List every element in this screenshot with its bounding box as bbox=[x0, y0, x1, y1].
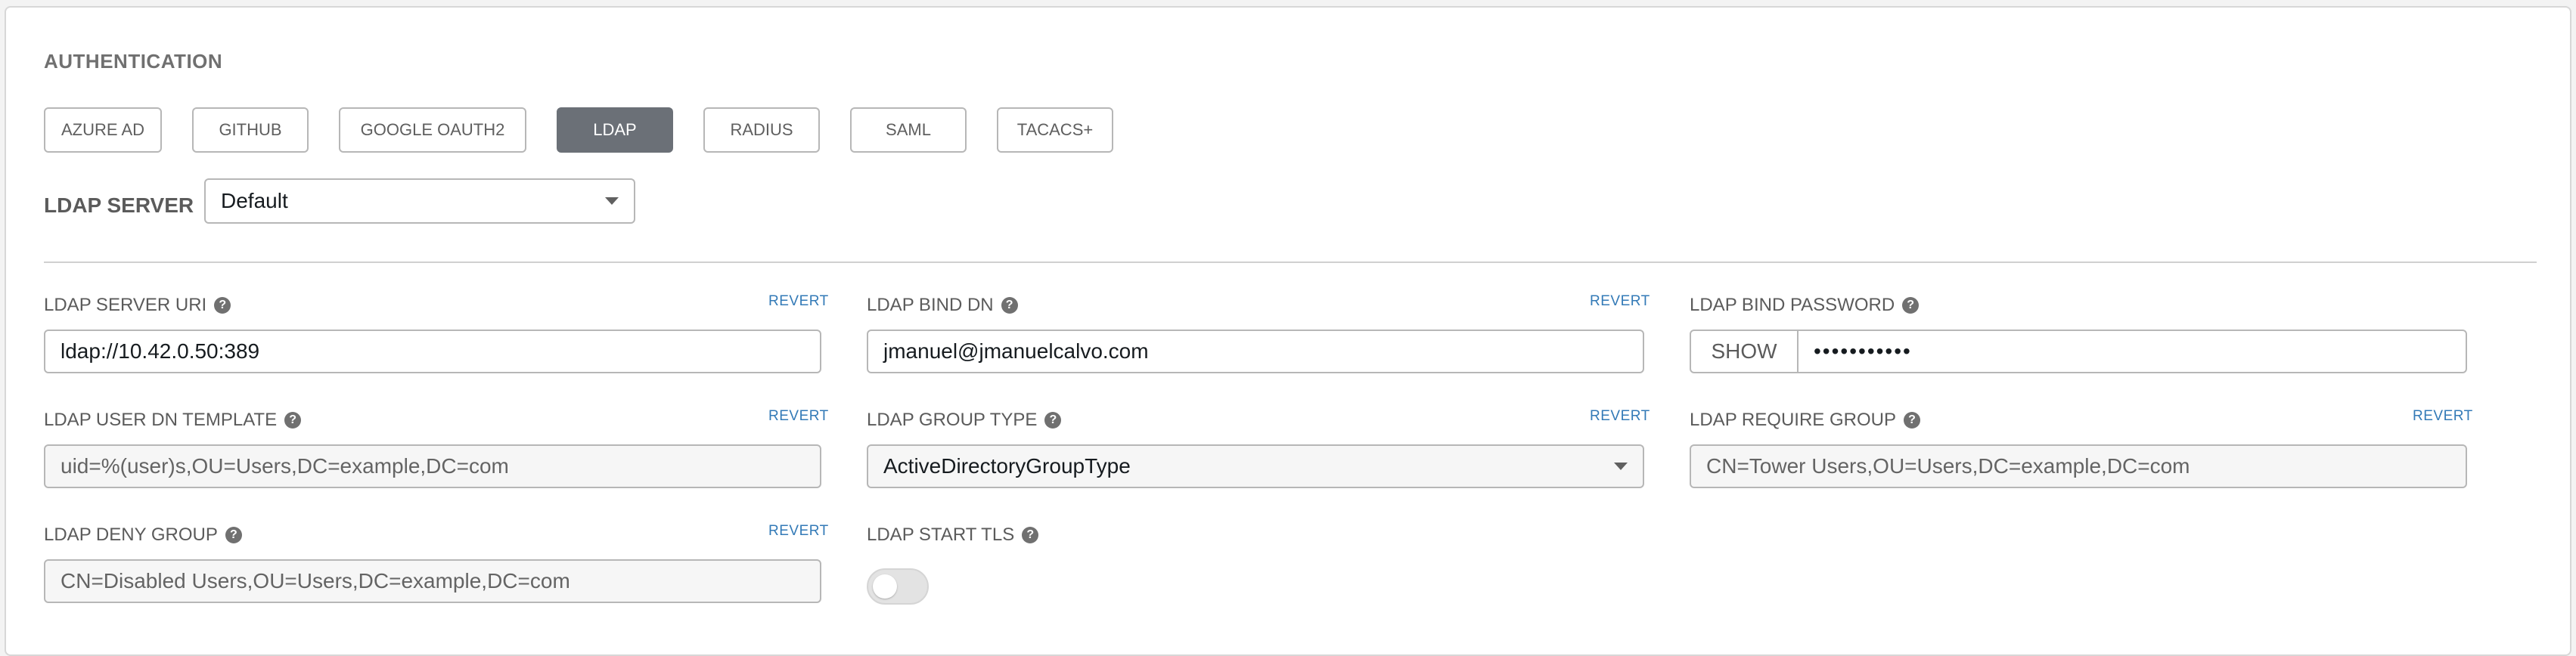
tab-github[interactable]: GITHUB bbox=[192, 107, 309, 153]
deny-group-revert-link[interactable]: REVERT bbox=[768, 523, 829, 540]
question-circle-icon[interactable]: ? bbox=[1903, 412, 1920, 429]
question-circle-icon[interactable]: ? bbox=[1902, 297, 1920, 314]
bind-dn-label: LDAP BIND DN ? bbox=[867, 295, 1018, 316]
deny-group-label: LDAP DENY GROUP ? bbox=[44, 524, 242, 546]
question-circle-icon[interactable]: ? bbox=[225, 527, 242, 543]
deny-group-input[interactable]: CN=Disabled Users,OU=Users,DC=example,DC… bbox=[44, 559, 821, 603]
group-type-label: LDAP GROUP TYPE ? bbox=[867, 410, 1062, 431]
toggle-knob bbox=[873, 574, 897, 599]
user-dn-template-input[interactable]: uid=%(user)s,OU=Users,DC=example,DC=com bbox=[44, 444, 821, 488]
group-type-selected: ActiveDirectoryGroupType bbox=[883, 454, 1131, 478]
section-divider bbox=[44, 261, 2537, 263]
group-type-select[interactable]: ActiveDirectoryGroupType bbox=[867, 444, 1644, 488]
question-circle-icon[interactable]: ? bbox=[1001, 297, 1018, 314]
question-circle-icon[interactable]: ? bbox=[214, 297, 231, 314]
server-uri-revert-link[interactable]: REVERT bbox=[768, 293, 829, 310]
require-group-label: LDAP REQUIRE GROUP ? bbox=[1690, 410, 1920, 431]
start-tls-toggle[interactable] bbox=[867, 568, 929, 605]
bind-password-group: SHOW ••••••••••• bbox=[1690, 330, 2467, 373]
section-title: AUTHENTICATION bbox=[44, 50, 223, 73]
ldap-server-selected: Default bbox=[221, 189, 288, 212]
question-circle-icon[interactable]: ? bbox=[1044, 412, 1062, 429]
authentication-panel: AUTHENTICATION AZURE AD GITHUB GOOGLE OA… bbox=[5, 6, 2571, 656]
server-uri-input[interactable]: ldap://10.42.0.50:389 bbox=[44, 330, 821, 373]
tab-saml[interactable]: SAML bbox=[850, 107, 967, 153]
question-circle-icon[interactable]: ? bbox=[1022, 527, 1039, 543]
bind-password-input[interactable]: ••••••••••• bbox=[1797, 330, 2467, 373]
bind-dn-revert-link[interactable]: REVERT bbox=[1590, 293, 1650, 310]
tab-google-oauth2[interactable]: GOOGLE OAUTH2 bbox=[339, 107, 526, 153]
user-dn-template-label: LDAP USER DN TEMPLATE ? bbox=[44, 410, 302, 431]
ldap-server-select[interactable]: Default bbox=[204, 178, 635, 224]
bind-password-label: LDAP BIND PASSWORD ? bbox=[1690, 295, 1920, 316]
tab-azure-ad[interactable]: AZURE AD bbox=[44, 107, 162, 153]
caret-down-icon bbox=[605, 197, 619, 205]
group-type-revert-link[interactable]: REVERT bbox=[1590, 408, 1650, 425]
user-dn-template-revert-link[interactable]: REVERT bbox=[768, 408, 829, 425]
tab-radius[interactable]: RADIUS bbox=[703, 107, 820, 153]
caret-down-icon bbox=[1614, 463, 1628, 470]
bind-dn-input[interactable]: jmanuel@jmanuelcalvo.com bbox=[867, 330, 1644, 373]
ldap-server-label: LDAP SERVER bbox=[44, 193, 194, 217]
server-uri-label: LDAP SERVER URI ? bbox=[44, 295, 231, 316]
require-group-revert-link[interactable]: REVERT bbox=[2413, 408, 2473, 425]
show-password-button[interactable]: SHOW bbox=[1690, 330, 1799, 373]
tab-tacacs[interactable]: TACACS+ bbox=[997, 107, 1113, 153]
start-tls-label: LDAP START TLS ? bbox=[867, 524, 1039, 546]
tab-ldap[interactable]: LDAP bbox=[557, 107, 673, 153]
require-group-input[interactable]: CN=Tower Users,OU=Users,DC=example,DC=co… bbox=[1690, 444, 2467, 488]
question-circle-icon[interactable]: ? bbox=[284, 412, 302, 429]
